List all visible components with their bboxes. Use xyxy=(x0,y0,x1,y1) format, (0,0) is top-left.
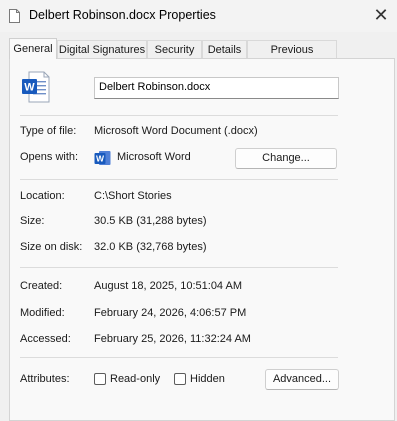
opens-with-label: Opens with: xyxy=(20,151,79,163)
type-label: Type of file: xyxy=(20,125,77,137)
size-on-disk-value: 32.0 KB (32,768 bytes) xyxy=(94,241,207,253)
modified-value: February 24, 2026, 4:06:57 PM xyxy=(94,307,247,319)
opens-with-app: Microsoft Word xyxy=(117,151,191,163)
divider xyxy=(20,357,338,358)
accessed-label: Accessed: xyxy=(20,333,71,345)
size-value: 30.5 KB (31,288 bytes) xyxy=(94,215,207,227)
filename-field[interactable]: Delbert Robinson.docx xyxy=(94,77,339,99)
modified-label: Modified: xyxy=(20,307,65,319)
change-button[interactable]: Change... xyxy=(235,148,337,169)
created-label: Created: xyxy=(20,280,63,292)
location-label: Location: xyxy=(20,190,65,202)
attributes-label: Attributes: xyxy=(20,373,70,385)
divider xyxy=(20,267,338,268)
type-value: Microsoft Word Document (.docx) xyxy=(94,125,258,137)
divider xyxy=(20,115,338,116)
location-value: C:\Short Stories xyxy=(94,190,172,202)
accessed-value: February 25, 2026, 11:32:24 AM xyxy=(94,333,251,345)
title-bar: Delbert Robinson.docx Properties ✕ xyxy=(0,0,397,32)
word-document-icon: W xyxy=(22,71,50,103)
created-value: August 18, 2025, 10:51:04 AM xyxy=(94,280,243,292)
general-panel: W Delbert Robinson.docx Type of file: Mi… xyxy=(9,58,395,421)
hidden-label[interactable]: Hidden xyxy=(190,373,225,385)
document-icon xyxy=(9,9,20,23)
svg-text:W: W xyxy=(96,154,105,164)
hidden-checkbox[interactable] xyxy=(174,373,186,385)
svg-text:W: W xyxy=(24,82,35,94)
close-button[interactable]: ✕ xyxy=(369,2,393,28)
window-title: Delbert Robinson.docx Properties xyxy=(29,8,216,22)
divider xyxy=(20,179,338,180)
size-label: Size: xyxy=(20,215,45,227)
tab-security[interactable]: Security xyxy=(147,40,202,58)
tab-general[interactable]: General xyxy=(9,38,57,59)
tab-previous-versions[interactable]: Previous Versions xyxy=(247,40,337,74)
readonly-label[interactable]: Read-only xyxy=(110,373,160,385)
advanced-button[interactable]: Advanced... xyxy=(265,369,339,390)
close-icon: ✕ xyxy=(373,4,389,25)
word-app-icon: W xyxy=(94,151,111,165)
readonly-checkbox[interactable] xyxy=(94,373,106,385)
tab-digital-signatures[interactable]: Digital Signatures xyxy=(57,40,147,58)
size-on-disk-label: Size on disk: xyxy=(20,241,83,253)
tab-details[interactable]: Details xyxy=(202,40,247,58)
